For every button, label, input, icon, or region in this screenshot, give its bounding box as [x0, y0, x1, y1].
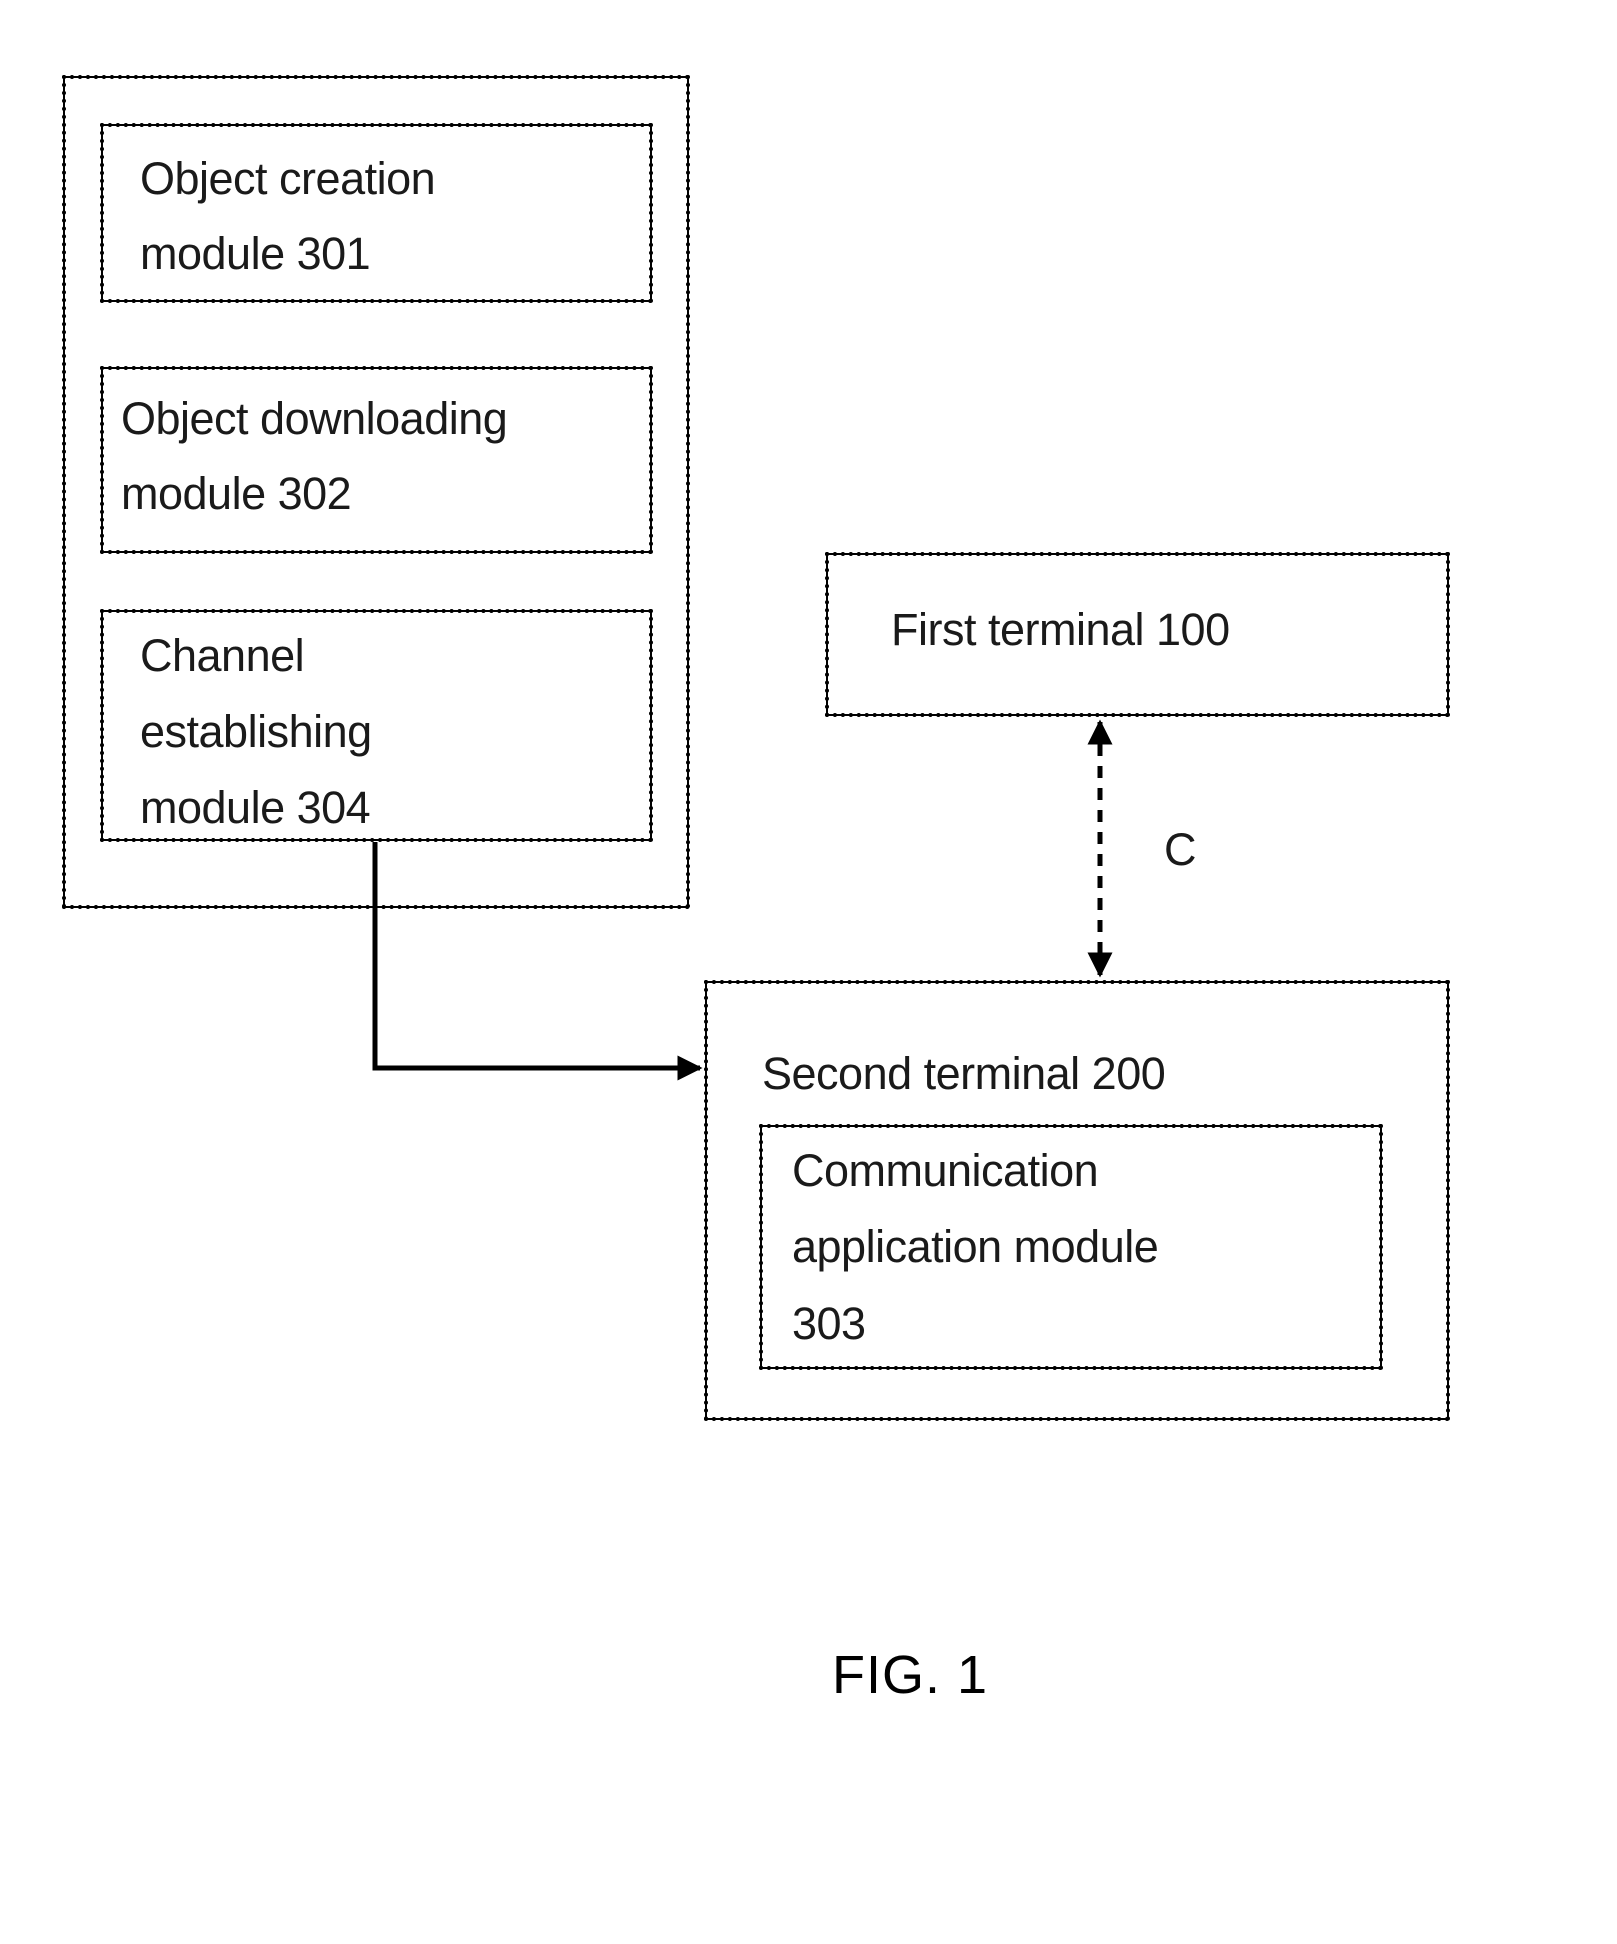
connectors-layer — [372, 719, 1113, 1081]
connection-c-label: C — [1164, 824, 1197, 875]
figure-caption: FIG. 1 — [832, 1645, 989, 1705]
channel-to-second-terminal-arrow — [372, 842, 703, 1081]
